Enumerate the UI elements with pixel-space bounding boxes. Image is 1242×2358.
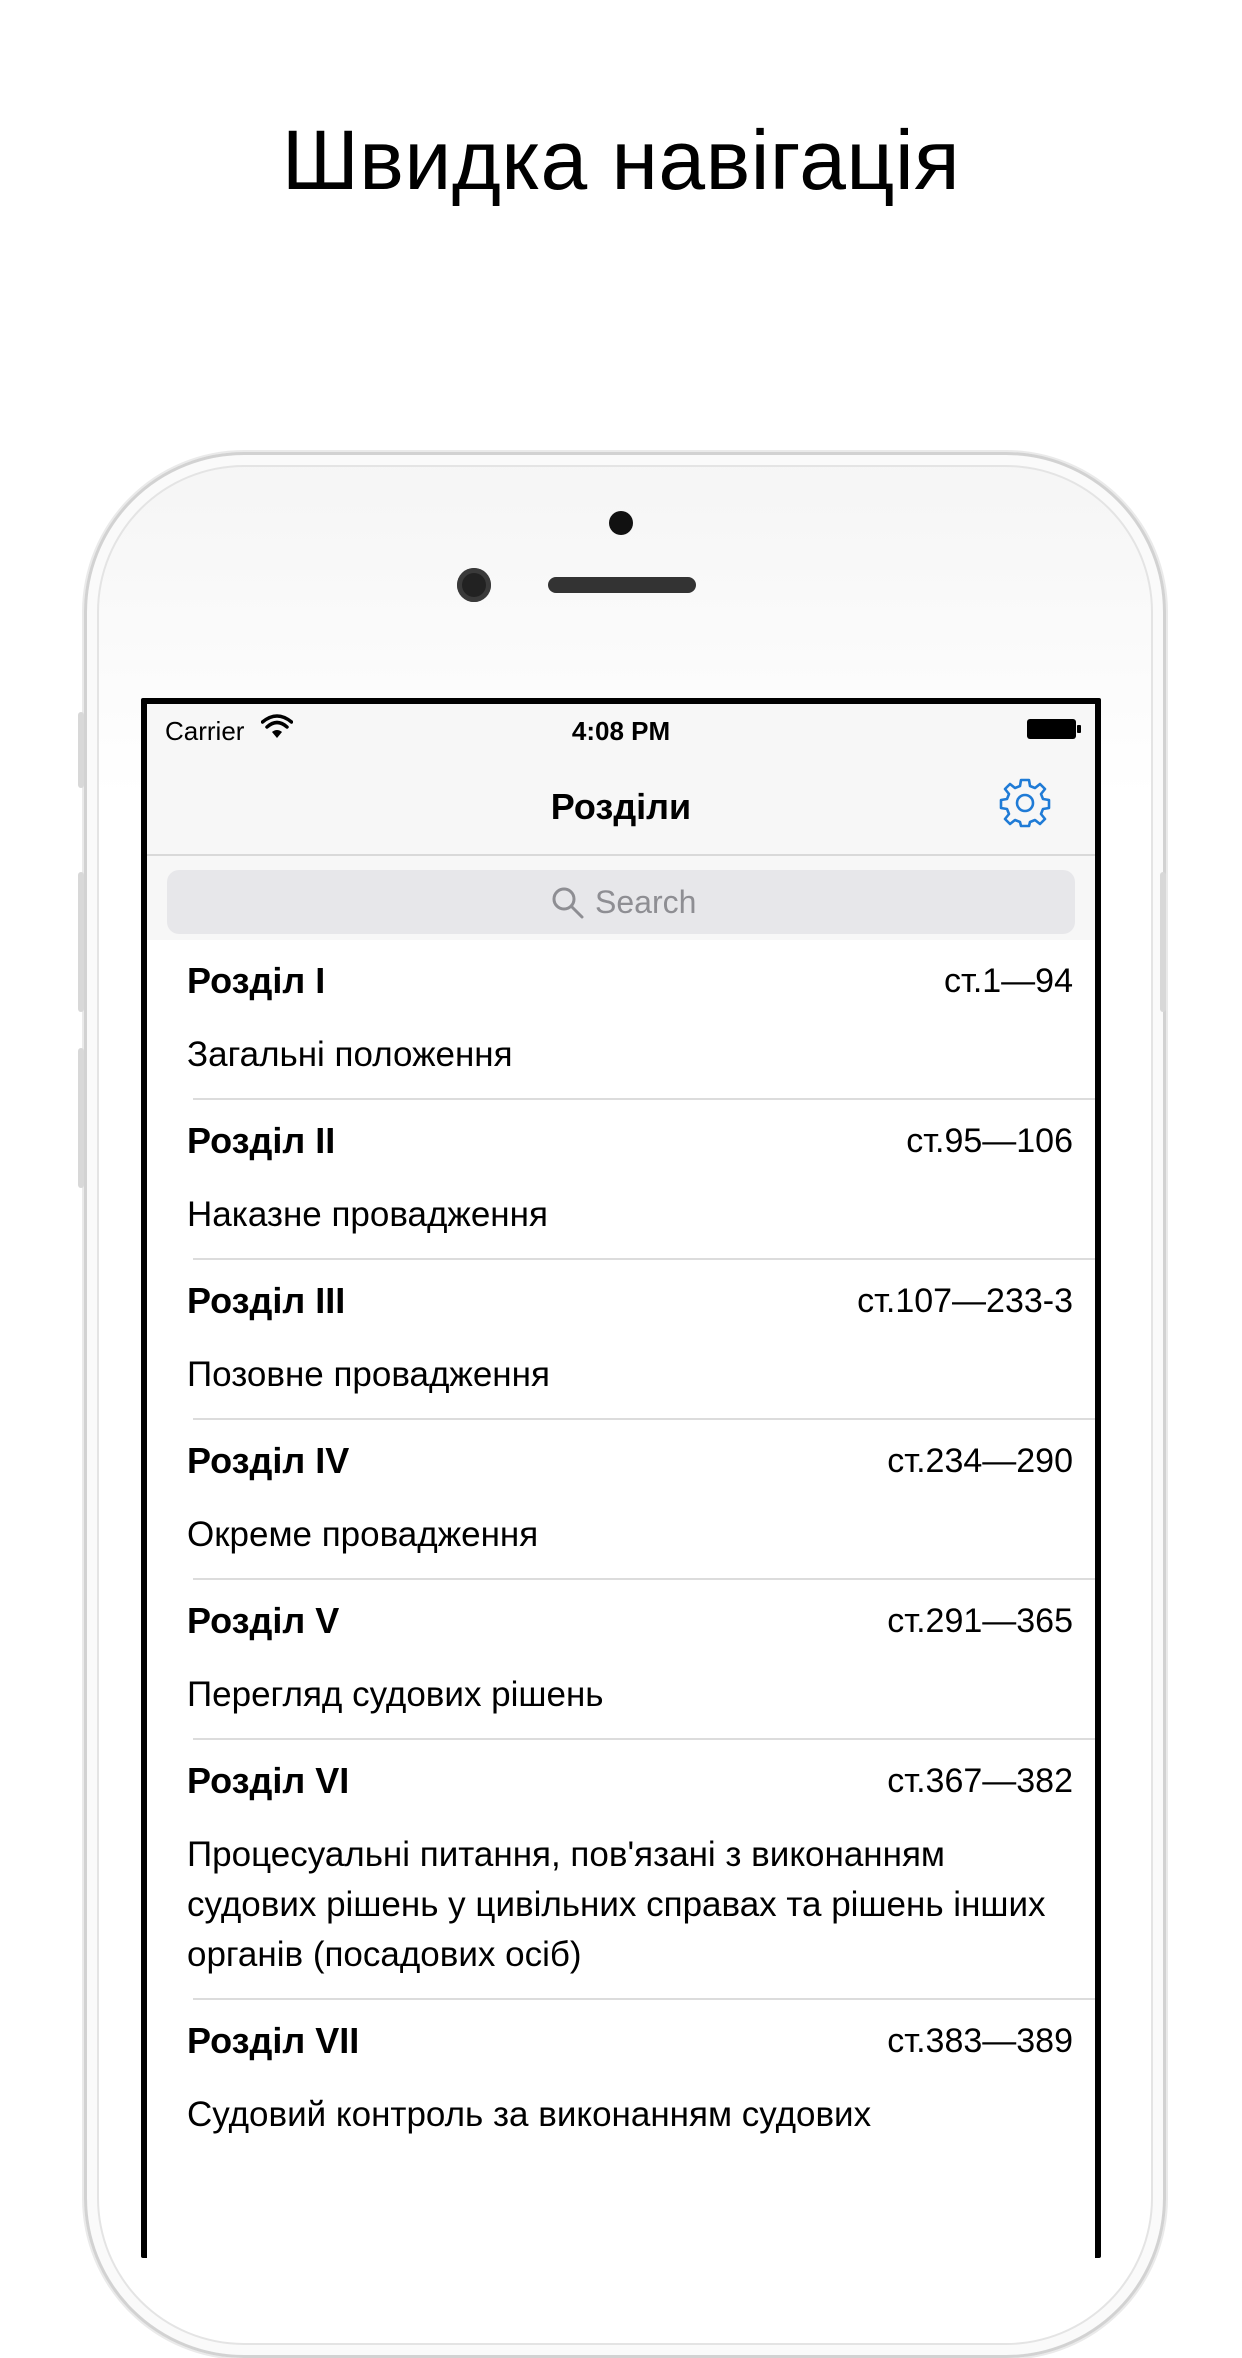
- section-range: ст.95—106: [906, 1122, 1073, 1160]
- list-item[interactable]: Розділ II ст.95—106 Наказне провадження: [187, 1100, 1095, 1260]
- section-range: ст.367—382: [887, 1762, 1073, 1800]
- top-bar: Carrier 4:08 PM Розділи: [147, 704, 1095, 856]
- sections-list: Розділ I ст.1—94 Загальні положення Розд…: [147, 940, 1095, 2158]
- search-input[interactable]: Search: [167, 870, 1075, 934]
- nav-title: Розділи: [550, 786, 692, 827]
- section-range: ст.107—233-3: [857, 1282, 1073, 1320]
- phone-side-button: [78, 712, 84, 788]
- section-range: ст.234—290: [887, 1442, 1073, 1480]
- proximity-sensor: [609, 511, 633, 535]
- list-item[interactable]: Розділ VI ст.367—382 Процесуальні питанн…: [187, 1740, 1095, 2000]
- app-screen: Carrier 4:08 PM Розділи Search Розділ I …: [147, 704, 1095, 2258]
- section-description: Судовий контроль за виконанням судових: [187, 2095, 872, 2134]
- section-title: Розділ I: [187, 960, 326, 1001]
- phone-screen: Carrier 4:08 PM Розділи Search Розділ I …: [141, 698, 1101, 2258]
- gear-icon[interactable]: [999, 776, 1051, 828]
- search-bar: Search: [147, 856, 1095, 940]
- section-title: Розділ VI: [187, 1760, 350, 1801]
- list-item[interactable]: Розділ III ст.107—233-3 Позовне провадже…: [187, 1260, 1095, 1420]
- section-description: Процесуальні питання, пов'язані з викона…: [187, 1835, 1046, 1974]
- section-range: ст.291—365: [887, 1602, 1073, 1640]
- section-description: Наказне провадження: [187, 1195, 548, 1234]
- front-camera: [457, 568, 491, 602]
- search-icon: [552, 887, 584, 919]
- earpiece-speaker: [548, 577, 696, 593]
- phone-volume-down: [78, 1048, 84, 1188]
- section-description: Окреме провадження: [187, 1515, 539, 1554]
- headline: Швидка навігація: [281, 113, 961, 207]
- status-bar: Carrier 4:08 PM: [147, 704, 1095, 748]
- section-title: Розділ IV: [187, 1440, 350, 1481]
- list-item[interactable]: Розділ V ст.291—365 Перегляд судових ріш…: [187, 1580, 1095, 1740]
- section-title: Розділ III: [187, 1280, 346, 1321]
- clock: 4:08 PM: [571, 716, 671, 746]
- phone-volume-up: [78, 872, 84, 1012]
- list-item[interactable]: Розділ IV ст.234—290 Окреме провадження: [187, 1420, 1095, 1580]
- battery-icon: [1027, 719, 1081, 739]
- section-range: ст.383—389: [887, 2022, 1073, 2060]
- section-title: Розділ V: [187, 1600, 340, 1641]
- list-item[interactable]: Розділ I ст.1—94 Загальні положення: [187, 940, 1095, 1100]
- section-title: Розділ VII: [187, 2020, 360, 2061]
- list-item[interactable]: Розділ VII ст.383—389 Судовий контроль з…: [187, 2000, 1095, 2158]
- search-placeholder: Search: [595, 884, 697, 920]
- section-title: Розділ II: [187, 1120, 336, 1161]
- section-description: Загальні положення: [187, 1035, 513, 1074]
- section-description: Позовне провадження: [187, 1355, 550, 1394]
- section-range: ст.1—94: [944, 962, 1073, 1000]
- phone-power-button: [1160, 872, 1166, 1012]
- section-description: Перегляд судових рішень: [187, 1675, 604, 1714]
